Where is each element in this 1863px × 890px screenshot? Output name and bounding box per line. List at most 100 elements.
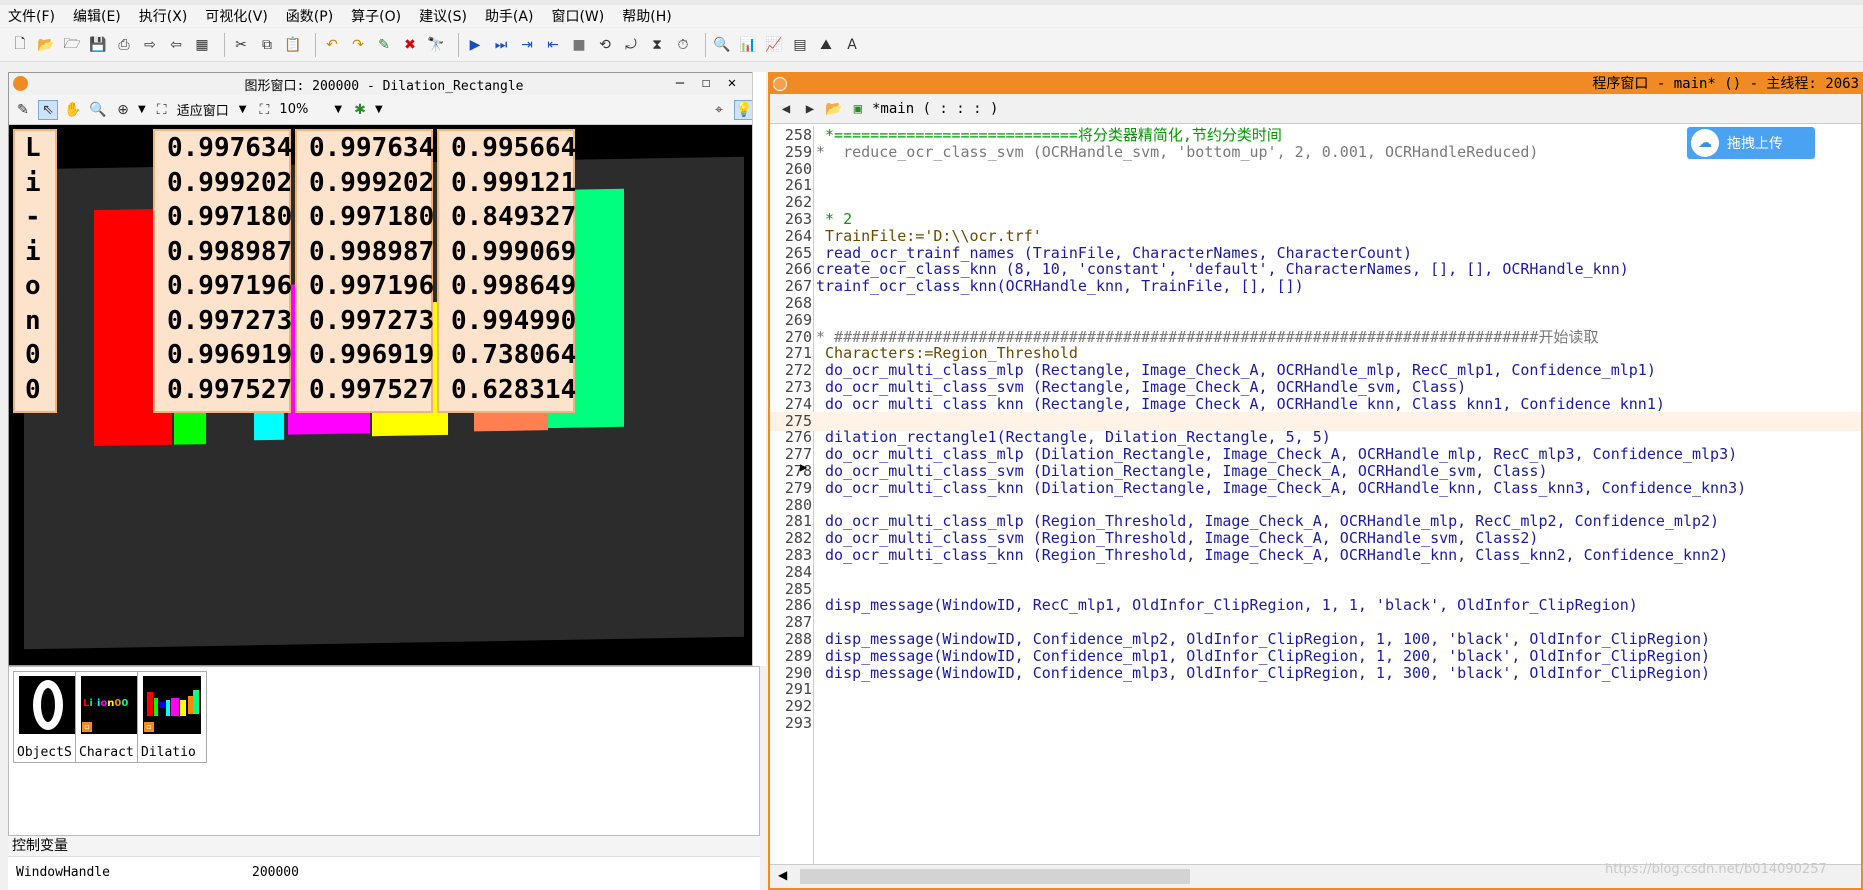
histogram-icon[interactable]: 📊 [738,35,758,55]
iconic-variable-dilation[interactable]: ▫ Dilatio [137,671,207,763]
confidence-value: 0.994990 [451,305,577,336]
graphics-canvas[interactable]: Li-ion00 0.997634 0.999202 0.997180 0.99898… [9,125,759,665]
lightbulb-icon[interactable]: 💡 [734,99,754,120]
menu-item[interactable]: 函数(P) [286,6,333,26]
reset-program-icon[interactable]: ⤾ [621,35,641,55]
toolbar-separator [315,32,316,57]
upload-button[interactable]: ☁ 拖拽上传 [1687,127,1815,159]
confidence-column-3: 0.995664 0.999121 0.849327 0.999069 0.998649… [437,129,577,413]
profiler-icon[interactable]: ⧗ [647,35,667,55]
class-label: i [25,167,41,198]
paste-icon[interactable]: 📋 [283,35,303,55]
procedure-select[interactable]: *main ( : : : ) [872,101,998,117]
zoom-mode-select[interactable]: ⛶ 适应窗口 ▼ [152,100,247,120]
maximize-button[interactable]: ☐ [693,75,719,91]
find-icon[interactable]: 🔭 [426,35,446,55]
procedure-list-icon[interactable]: 📂 [824,99,844,119]
export-icon[interactable]: ⇨ [140,35,160,55]
menu-item[interactable]: 助手(A) [485,6,534,26]
menu-item[interactable]: 窗口(W) [551,6,604,26]
toolbar-separator [458,32,459,57]
class-label: n [25,305,41,336]
open-folder-icon[interactable]: 🗁 [62,35,82,55]
reset-icon[interactable]: ⟲ [595,35,615,55]
redo-icon[interactable]: ↷ [348,35,368,55]
confidence-value: 0.999069 [451,236,577,267]
zoom-percent-select[interactable]: ⛶ 10% ▼ [254,100,343,120]
deactivate-icon[interactable]: ✖ [400,35,420,55]
magnify-icon[interactable]: 🔍 [88,100,108,120]
zoom-percent-icon: ⛶ [259,101,270,118]
program-window-titlebar: 程序窗口 - main* () - 主线程: 2063 [770,74,1861,94]
minimize-button[interactable]: – [667,75,693,91]
step-out-icon[interactable]: ⇤ [543,35,563,55]
inspect-icon[interactable]: 🔍 [712,35,732,55]
menu-item[interactable]: 算子(O) [351,6,401,26]
step-into-icon[interactable]: ⇥ [517,35,537,55]
menu-item[interactable]: 执行(X) [139,6,188,26]
menu-item[interactable]: 文件(F) [8,6,55,26]
class-label: 0 [25,340,41,370]
print-icon[interactable]: ⎙ [114,35,134,55]
color-icon[interactable]: ✱ [350,100,370,120]
scrollbar-thumb[interactable] [800,869,1190,884]
new-file-icon[interactable]: 🗋 [10,35,30,55]
confidence-value: 0.999202 [309,167,435,198]
timer-icon[interactable]: ⏱ [673,35,693,55]
program-window: 程序窗口 - main* () - 主线程: 2063 ◀ ▶ 📂 ▣ *mai… [768,72,1863,890]
control-variable-row[interactable]: WindowHandle 200000 [8,856,760,890]
halcon-icon [773,77,787,91]
open-file-icon[interactable]: 📂 [36,35,56,55]
toolbar-separator [705,32,706,57]
class-label: o [25,271,41,301]
confidence-value: 0.999121 [451,167,577,198]
confidence-value: 0.997196 [167,271,293,301]
confidence-column-1: 0.997634 0.999202 0.997180 0.998987 0.997196… [153,129,293,413]
gray-histogram-icon[interactable]: ⛰ [816,35,836,55]
menu-item[interactable]: 帮助(H) [622,6,671,26]
confidence-value: 0.998987 [309,236,435,267]
activate-icon[interactable]: ✎ [374,35,394,55]
save-icon[interactable]: 💾 [88,35,108,55]
procedure-icon: ▣ [853,100,863,117]
hand-icon[interactable]: ✋ [63,100,83,120]
confidence-value: 0.997180 [309,202,435,232]
import-icon[interactable]: ⇦ [166,35,186,55]
step-over-icon[interactable]: ⏭ [491,35,511,55]
confidence-value: 0.997527 [167,374,293,405]
pointer-icon[interactable]: ⇖ [38,99,58,120]
menu-item[interactable]: 可视化(V) [205,6,268,26]
zoom-icon[interactable]: ⊕ [113,100,133,120]
line-profile-icon[interactable]: 📈 [764,35,784,55]
close-button[interactable]: ✕ [719,75,745,91]
properties-icon[interactable]: ▦ [192,35,212,55]
pick-icon[interactable]: ⌖ [709,100,729,120]
edit-icon[interactable]: ✎ [13,100,33,120]
region-badge-icon: ▫ [82,722,92,732]
feature-inspection-icon[interactable]: ▤ [790,35,810,55]
scroll-left-icon[interactable]: ◀ [778,868,787,882]
class-label-column: Li-ion00 [13,129,57,413]
halcon-icon [13,76,28,91]
cut-icon[interactable]: ✂ [231,35,251,55]
graphics-toolbar: ✎ ⇖ ✋ 🔍 ⊕ ▼ ⛶ 适应窗口 ▼ ⛶ 10% ▼ ✱ ▼ ⌖ 💡 [9,95,759,125]
code-line[interactable]: 293 [770,714,1861,734]
iconic-variable-characters[interactable]: Li-ion00 ▫ Charact [75,671,145,763]
ocr-icon[interactable]: A [842,35,862,55]
confidence-value: 0.738064 [451,340,577,370]
copy-icon[interactable]: ⧉ [257,35,277,55]
class-label: - [25,202,41,232]
back-icon[interactable]: ◀ [776,99,796,119]
menu-item[interactable]: 编辑(E) [73,6,121,26]
chevron-down-icon[interactable]: ▼ [138,104,146,115]
run-icon[interactable]: ▶ [465,35,485,55]
toolbar-separator [224,32,225,57]
forward-icon[interactable]: ▶ [800,99,820,119]
stop-icon[interactable]: ■ [569,35,589,55]
graphics-window: 图形窗口: 200000 - Dilation_Rectangle – ☐ ✕ … [8,72,760,666]
iconic-variable-objects[interactable]: ObjectS [13,671,83,763]
code-editor[interactable]: 258 *===========================将分类器精简化,… [770,126,1861,866]
menu-item[interactable]: 建议(S) [419,6,467,26]
undo-icon[interactable]: ↶ [322,35,342,55]
chevron-down-icon[interactable]: ▼ [375,104,383,115]
